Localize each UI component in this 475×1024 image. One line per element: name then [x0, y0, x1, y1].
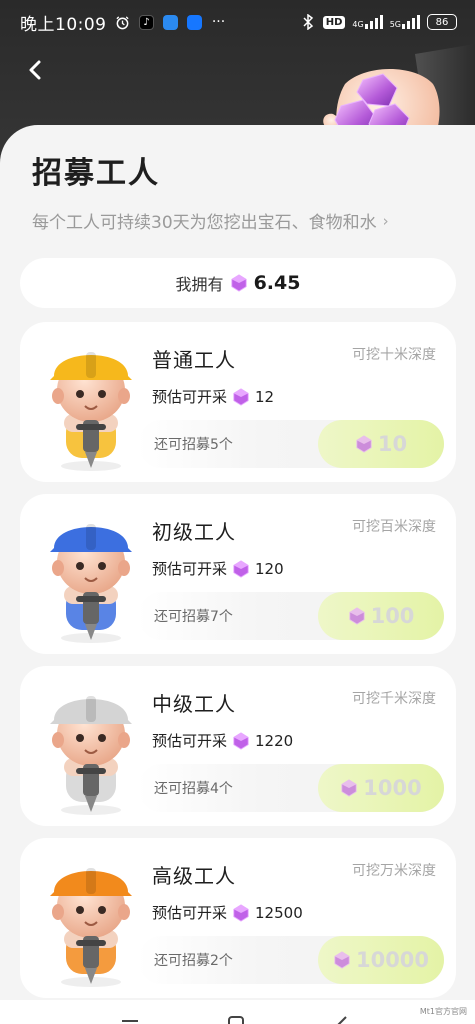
- recruit-price: 10000: [355, 948, 430, 972]
- worker-estimate: 预估可开采 12500: [152, 902, 303, 923]
- menu-nav-button[interactable]: [118, 1012, 142, 1024]
- gem-icon: [233, 903, 249, 922]
- chevron-left-icon: [29, 60, 41, 80]
- menu-icon: [122, 1020, 138, 1022]
- balance-label: 我拥有: [175, 275, 224, 294]
- worker-name: 高级工人: [152, 864, 236, 888]
- estimate-value: 12: [255, 387, 275, 406]
- remaining-count: 还可招募4个: [154, 781, 233, 797]
- worker-avatar: [50, 696, 132, 815]
- back-button[interactable]: [20, 55, 50, 85]
- estimate-label: 预估可开采: [152, 560, 228, 578]
- recruit-price: 100: [370, 604, 415, 628]
- gem-icon: [341, 779, 357, 797]
- estimate-value: 12500: [255, 903, 303, 922]
- worker-name: 普通工人: [152, 348, 236, 372]
- worker-card: 中级工人 可挖千米深度 预估可开采 1220 还可招募4个 1000: [20, 666, 456, 826]
- recruit-row: 还可招募7个 100: [138, 592, 444, 640]
- worker-avatar: [50, 868, 132, 987]
- recruit-price: 1000: [363, 776, 422, 800]
- status-bar: 晚上10:09 ♪ ··· HD 4G 5G 86: [0, 0, 475, 44]
- subtitle-text: 每个工人可持续30天为您挖出宝石、食物和水: [32, 213, 377, 233]
- home-icon: [228, 1016, 244, 1024]
- content-sheet-curve: [200, 148, 475, 208]
- estimate-label: 预估可开采: [152, 732, 228, 750]
- status-time: 晚上10:09: [20, 14, 107, 35]
- recruit-row: 还可招募4个 1000: [138, 764, 444, 812]
- balance-card: 我拥有 6.45: [20, 258, 456, 308]
- subtitle-link[interactable]: 每个工人可持续30天为您挖出宝石、食物和水 ›: [32, 208, 389, 234]
- worker-depth: 可挖百米深度: [352, 519, 436, 535]
- recruit-row: 还可招募2个 10000: [138, 936, 444, 984]
- worker-name: 初级工人: [152, 520, 236, 544]
- more-notifications-icon: ···: [211, 14, 226, 30]
- alipay-icon: [187, 14, 203, 30]
- worker-depth: 可挖千米深度: [352, 691, 436, 707]
- signal-2-label: 5G: [389, 20, 401, 29]
- alarm-icon: [115, 14, 131, 30]
- worker-estimate: 预估可开采 12: [152, 386, 274, 407]
- gem-icon: [230, 274, 247, 292]
- gem-icon: [233, 559, 249, 578]
- signal-bars-icon: [402, 15, 420, 29]
- home-nav-button[interactable]: [224, 1012, 248, 1024]
- estimate-label: 预估可开采: [152, 904, 228, 922]
- back-icon: [337, 1016, 347, 1024]
- bluetooth-icon: [300, 14, 316, 30]
- worker-card: 普通工人 可挖十米深度 预估可开采 12 还可招募5个 10: [20, 322, 456, 482]
- watermark: Mt1官方官网: [419, 1007, 467, 1016]
- hd-badge: HD: [322, 15, 346, 29]
- worker-estimate: 预估可开采 1220: [152, 730, 293, 751]
- signal-1: 4G: [352, 15, 383, 29]
- remaining-count: 还可招募7个: [154, 609, 233, 625]
- gem-icon: [233, 387, 249, 406]
- worker-estimate: 预估可开采 120: [152, 558, 284, 579]
- estimate-value: 120: [255, 559, 284, 578]
- recruit-button[interactable]: 10: [318, 420, 444, 468]
- estimate-label: 预估可开采: [152, 388, 228, 406]
- chevron-right-icon: ›: [382, 211, 389, 230]
- system-nav-bar: [0, 1000, 475, 1024]
- worker-name: 中级工人: [152, 692, 236, 716]
- remaining-count: 还可招募5个: [154, 437, 233, 453]
- gem-icon: [356, 435, 372, 453]
- worker-card: 高级工人 可挖万米深度 预估可开采 12500 还可招募2个 10000: [20, 838, 456, 998]
- balance-value: 6.45: [253, 272, 301, 294]
- recruit-row: 还可招募5个 10: [138, 420, 444, 468]
- signal-bars-icon: [364, 15, 383, 29]
- gem-icon: [233, 731, 249, 750]
- recruit-button[interactable]: 100: [318, 592, 444, 640]
- signal-2: 5G: [390, 15, 420, 29]
- estimate-value: 1220: [255, 731, 294, 750]
- battery-indicator: 86: [427, 14, 457, 30]
- worker-depth: 可挖万米深度: [352, 863, 436, 879]
- signal-1-label: 4G: [352, 20, 364, 29]
- worker-avatar: [50, 524, 132, 643]
- recruit-price: 10: [377, 432, 408, 456]
- gem-icon: [334, 951, 350, 969]
- recruit-button[interactable]: 1000: [318, 764, 444, 812]
- worker-card: 初级工人 可挖百米深度 预估可开采 120 还可招募7个 100: [20, 494, 456, 654]
- chat-app-icon: [163, 14, 179, 30]
- back-nav-button[interactable]: [330, 1012, 354, 1024]
- remaining-count: 还可招募2个: [154, 953, 233, 969]
- page-title: 招募工人: [32, 156, 160, 191]
- worker-avatar: [50, 352, 132, 471]
- tiktok-icon: ♪: [139, 14, 155, 30]
- worker-depth: 可挖十米深度: [352, 347, 436, 363]
- recruit-button[interactable]: 10000: [318, 936, 444, 984]
- gem-icon: [348, 607, 365, 625]
